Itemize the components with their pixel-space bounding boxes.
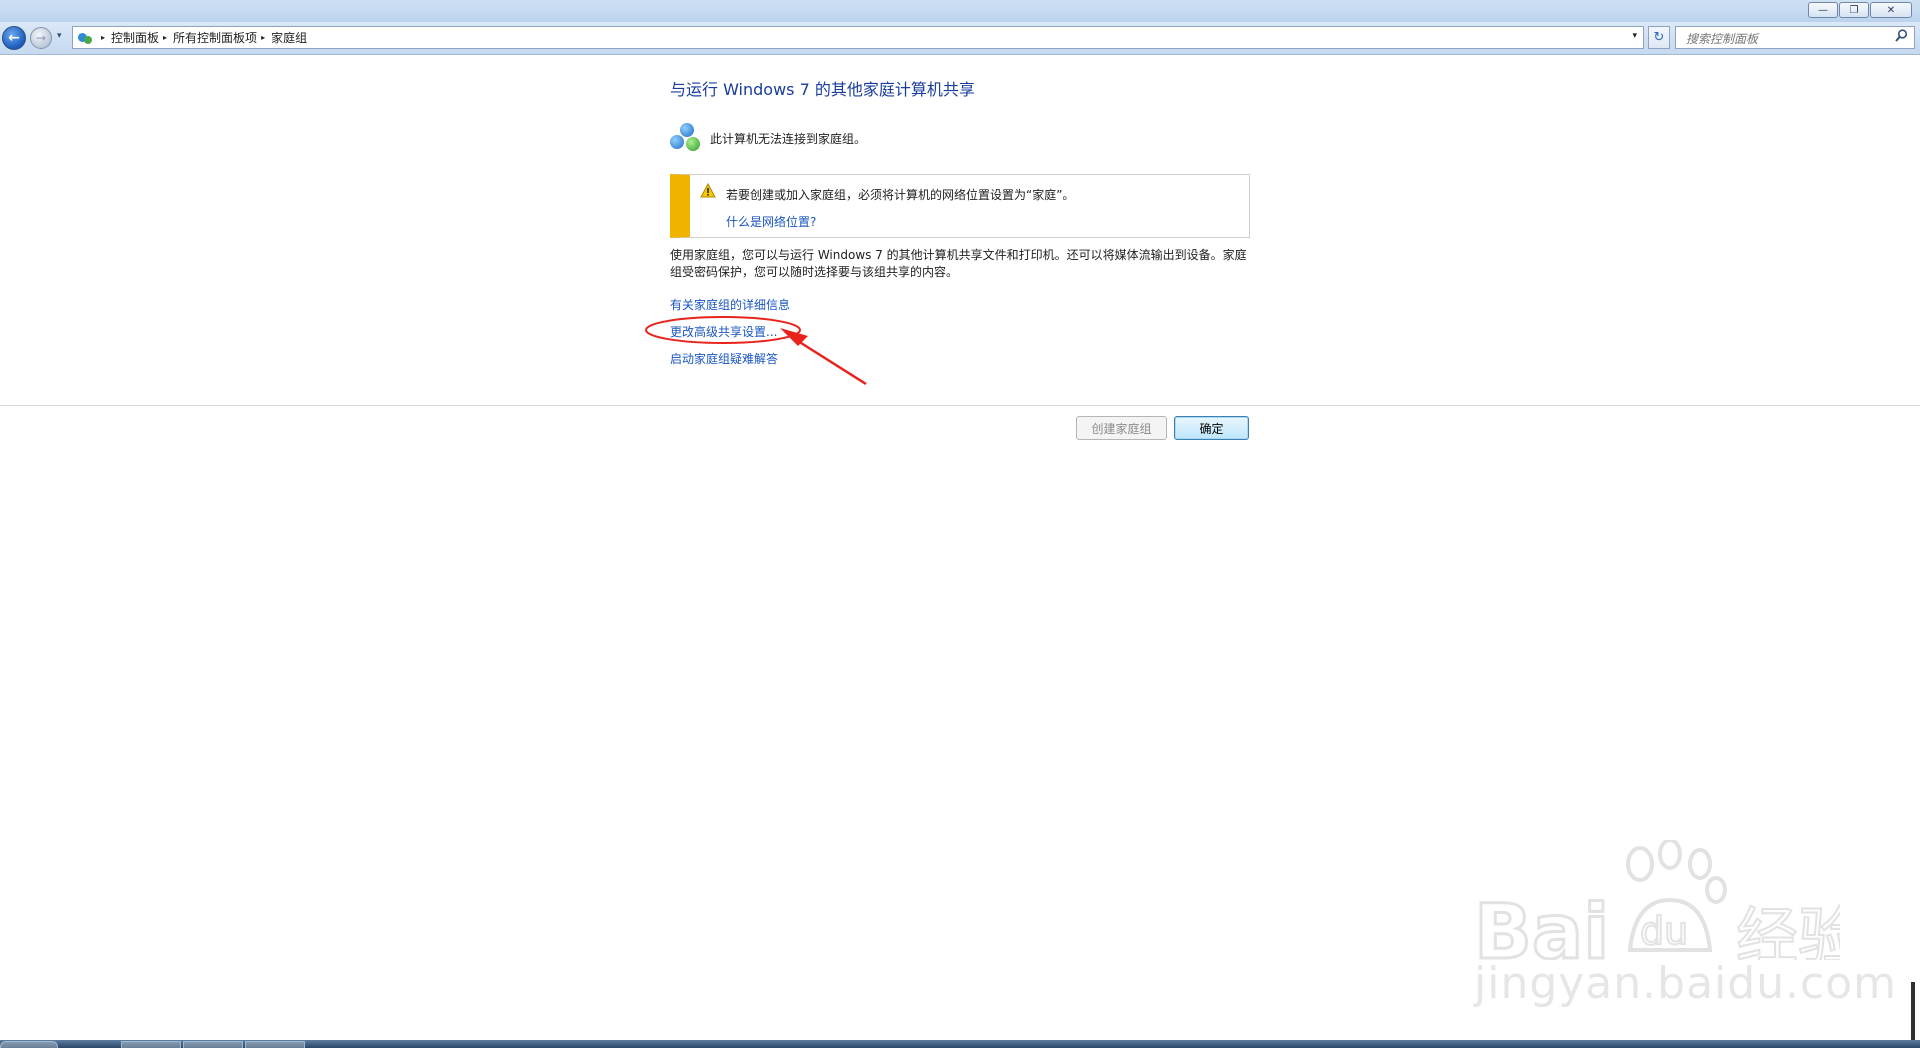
search-input[interactable] [1684,29,1888,48]
address-bar[interactable]: ▸ 控制面板 ▸ 所有控制面板项 ▸ 家庭组 ▾ [72,26,1644,49]
taskbar-item-ie[interactable] [121,1041,181,1048]
footer-divider [0,405,1920,406]
taskbar-item-control-panel[interactable] [245,1041,305,1048]
window-title-bar: — ❐ ✕ [0,0,1920,22]
ok-button[interactable]: 确定 [1174,416,1249,440]
minimize-button[interactable]: — [1808,2,1838,18]
homegroup-icon [670,123,702,153]
breadcrumb: ▸ 控制面板 ▸ 所有控制面板项 ▸ 家庭组 [73,27,307,48]
navigation-bar: ← → ▾ ▸ 控制面板 ▸ 所有控制面板项 ▸ 家庭组 ▾ ↻ [0,22,1920,55]
taskbar-item-explorer[interactable] [183,1041,243,1048]
search-icon[interactable] [1895,29,1908,46]
breadcrumb-separator-icon[interactable]: ▸ [163,33,167,42]
start-button[interactable] [0,1041,58,1048]
baidu-watermark-logo: Bai du 经验 [1473,840,1840,960]
warning-icon [700,182,716,202]
warning-panel: 若要创建或加入家庭组，必须将计算机的网络位置设置为“家庭”。 什么是网络位置? [670,174,1250,238]
search-icon-glyph [1895,29,1908,42]
back-button[interactable]: ← [2,26,26,50]
warning-text: 若要创建或加入家庭组，必须将计算机的网络位置设置为“家庭”。 [726,188,1075,202]
svg-text:Bai: Bai [1474,887,1609,960]
address-dropdown-icon[interactable]: ▾ [1632,31,1637,41]
page-title: 与运行 Windows 7 的其他家庭计算机共享 [670,80,975,99]
recent-pages-button[interactable]: ▾ [57,31,62,41]
window-controls: — ❐ ✕ [1807,2,1912,18]
refresh-button[interactable]: ↻ [1648,26,1670,49]
maximize-button[interactable]: ❐ [1839,2,1869,18]
watermark-site-text: jingyan.baidu.com [1474,958,1898,1009]
homegroup-status: 此计算机无法连接到家庭组。 [670,123,866,153]
search-box[interactable] [1675,26,1915,49]
annotation-highlight [645,316,867,386]
svg-text:经验: 经验 [1736,900,1840,960]
warning-triangle-icon [700,182,716,198]
svg-text:du: du [1640,909,1688,953]
homegroup-info-link[interactable]: 有关家庭组的详细信息 [670,296,790,313]
breadcrumb-separator-icon[interactable]: ▸ [261,33,265,42]
control-panel-icon [77,31,93,45]
tray-indicator [1911,982,1915,1040]
network-location-link[interactable]: 什么是网络位置? [726,213,816,230]
create-homegroup-button[interactable]: 创建家庭组 [1076,416,1167,440]
breadcrumb-homegroup[interactable]: 家庭组 [271,29,307,46]
close-button[interactable]: ✕ [1870,2,1912,18]
breadcrumb-all-items[interactable]: 所有控制面板项 [173,29,257,46]
breadcrumb-separator-icon[interactable]: ▸ [101,33,105,42]
breadcrumb-control-panel[interactable]: 控制面板 [111,29,159,46]
homegroup-description: 使用家庭组，您可以与运行 Windows 7 的其他计算机共享文件和打印机。还可… [670,248,1247,279]
status-text: 此计算机无法连接到家庭组。 [710,131,867,146]
forward-button[interactable]: → [30,27,52,49]
